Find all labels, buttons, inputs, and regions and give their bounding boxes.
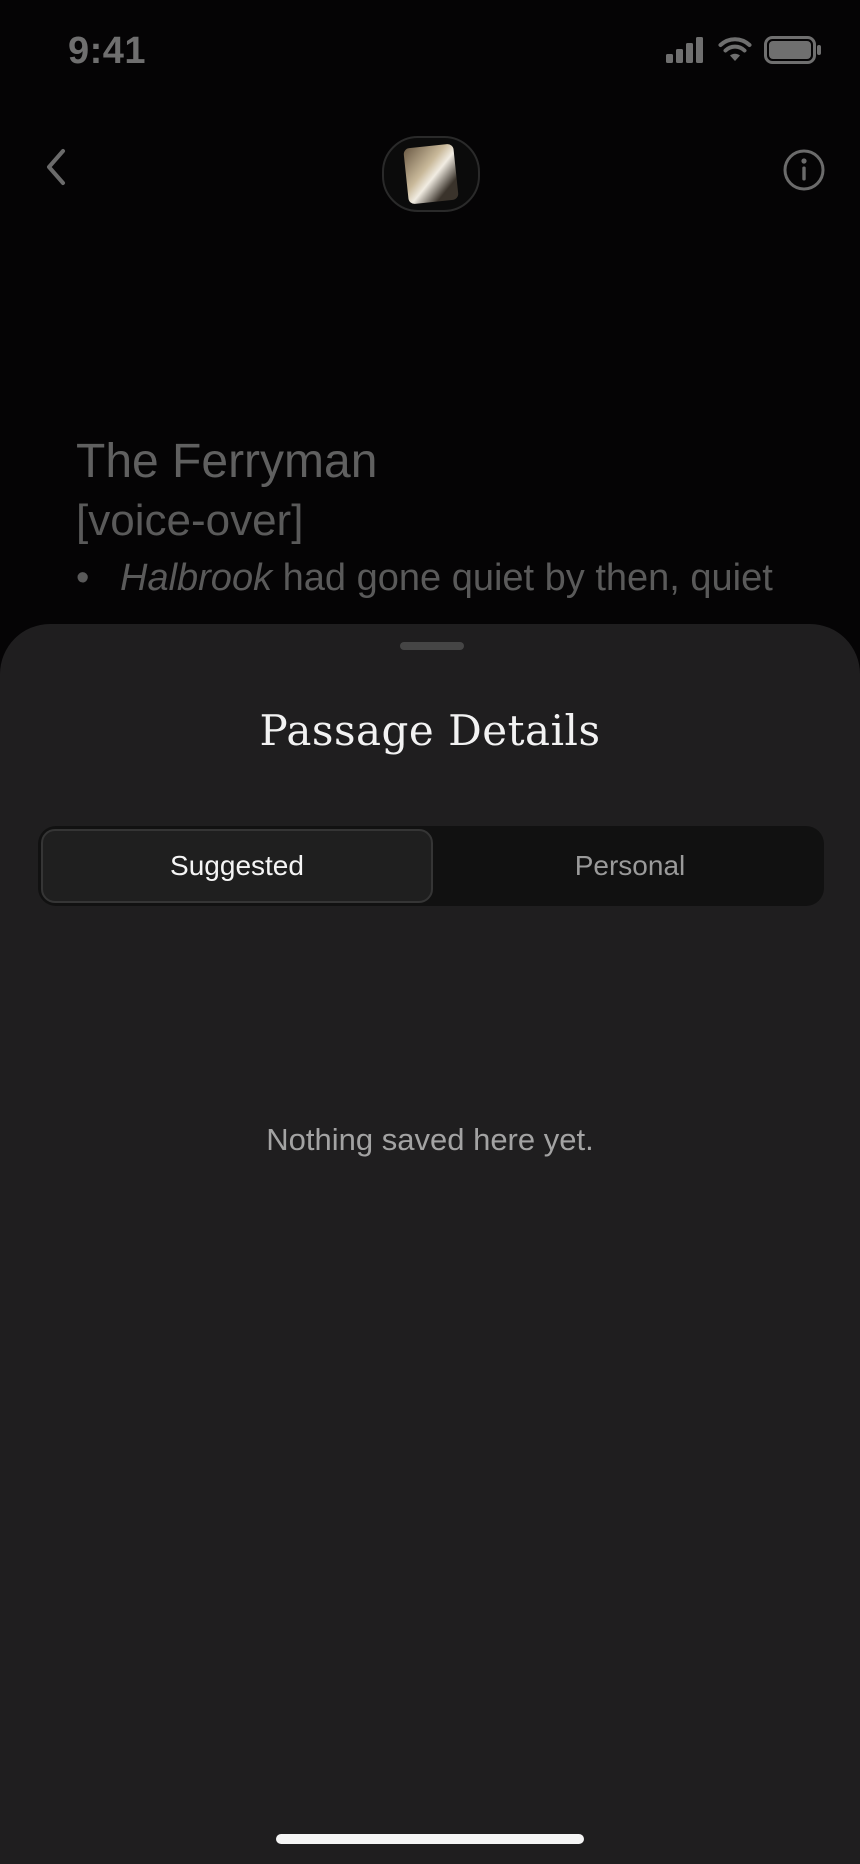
sheet-grabber[interactable] [400,642,464,650]
passage-content: The Ferryman [voice-over] • Halbrook had… [76,432,820,606]
cellular-signal-icon [666,37,706,63]
screen: 9:41 The Ferryman [voice-over] • Halbroo… [0,0,860,1864]
empty-state-message: Nothing saved here yet. [266,1122,594,1157]
back-button[interactable] [36,144,76,194]
info-button[interactable] [782,148,826,192]
passage-emphasis: Halbrook [120,557,273,599]
passage-details-sheet: Passage Details Suggested Personal Nothi… [0,624,860,1864]
info-circle-icon [782,149,826,196]
tab-suggested[interactable]: Suggested [41,829,433,903]
passage-line-text: had gone quiet by then, quiet [272,557,773,599]
bullet-dot: • [76,557,90,599]
passage-title: The Ferryman [76,435,378,488]
status-bar: 9:41 [0,0,860,100]
tab-personal[interactable]: Personal [436,826,824,906]
home-indicator[interactable] [276,1834,584,1844]
status-icons [666,36,822,64]
passage-bullet-line: • Halbrook had gone quiet by then, quiet [76,550,820,606]
segmented-control: Suggested Personal [38,826,824,906]
book-cover-avatar[interactable] [382,136,480,212]
sheet-title: Passage Details [259,706,601,755]
chevron-left-icon [43,147,69,192]
battery-icon [764,36,822,64]
wifi-icon [718,37,752,63]
status-time: 9:41 [68,30,147,72]
passage-subtitle: [voice-over] [76,496,304,545]
book-cover-thumbnail [403,143,459,205]
